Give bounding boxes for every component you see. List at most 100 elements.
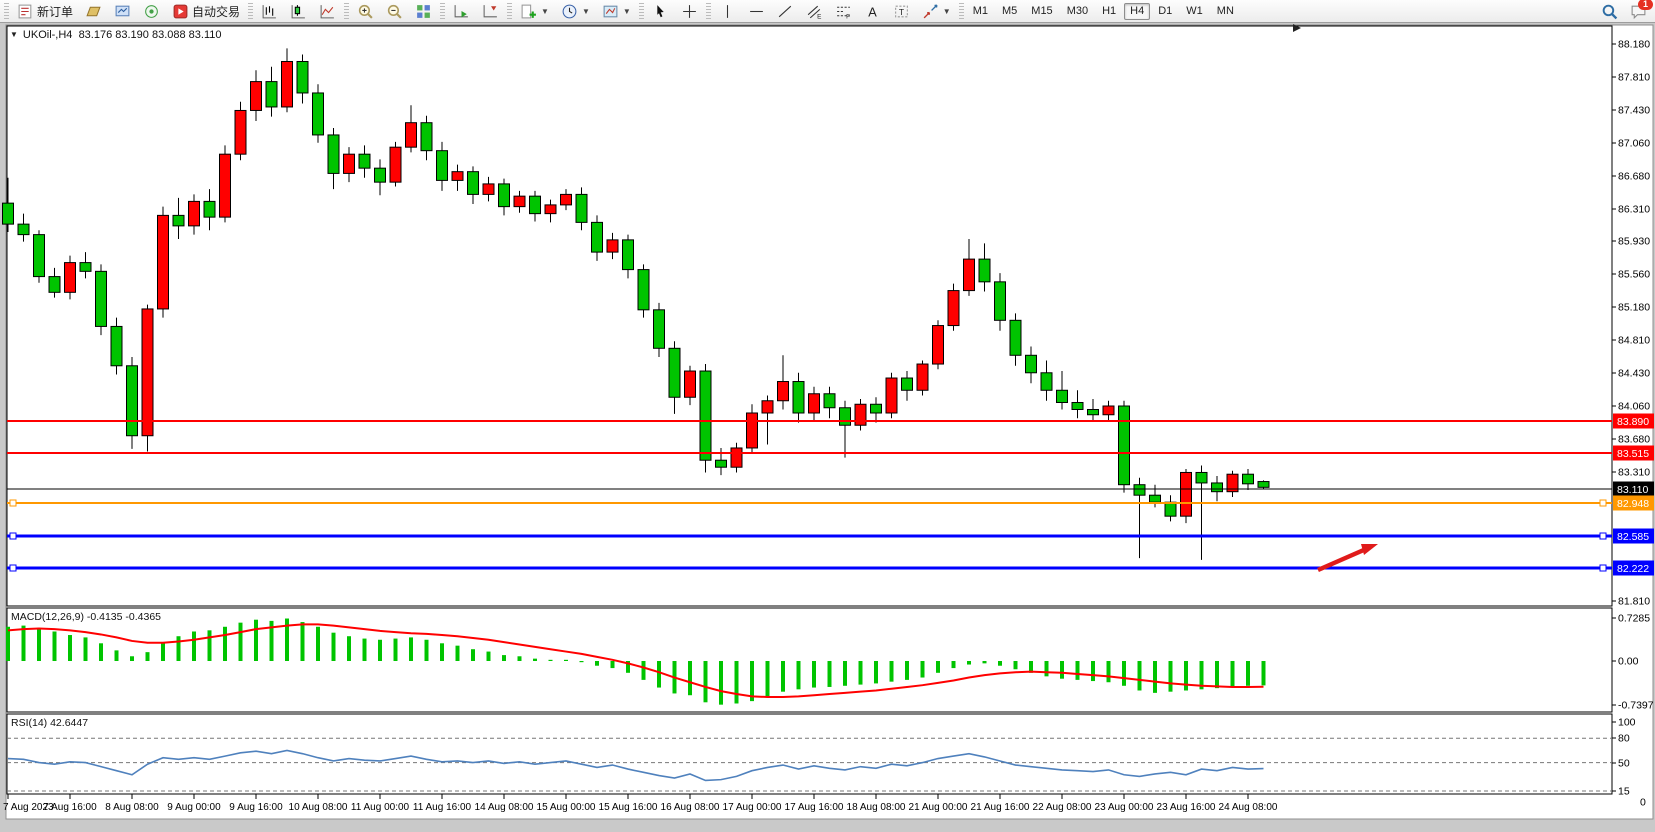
price-marker-83890: 83.890: [1613, 414, 1654, 429]
time-tick-label: 17 Aug 00:00: [723, 802, 782, 813]
time-tick-label: 16 Aug 08:00: [661, 802, 720, 813]
price-tick-label: 85.180: [1618, 302, 1650, 314]
chart-menu-icon[interactable]: ▼: [10, 30, 18, 39]
vertical-line-icon-glyph: [719, 3, 736, 20]
add-indicator-icon[interactable]: ▼: [515, 3, 554, 20]
arrows-icon[interactable]: ▼: [917, 3, 956, 20]
profiles-icon[interactable]: [109, 3, 136, 20]
time-tick-label: 7 Aug 16:00: [43, 802, 97, 813]
toolbar-group-2: [351, 3, 438, 20]
tile-windows-icon[interactable]: [410, 3, 437, 20]
profiles-icon-glyph: [114, 3, 131, 20]
price-tick-label: 88.180: [1618, 39, 1650, 51]
line-handle[interactable]: [1600, 565, 1606, 571]
alerts-icon[interactable]: [138, 3, 165, 20]
toolbar-group-5: [646, 3, 704, 20]
toolbar-group-0: 新订单 自动交易: [11, 3, 246, 20]
time-tick-label: 9 Aug 00:00: [167, 802, 221, 813]
chart-canvas: 88.18087.81087.43087.06086.68086.31085.9…: [0, 0, 1655, 832]
horizontal-line-icon-glyph: [748, 3, 765, 20]
timeframe-w1-button[interactable]: W1: [1180, 3, 1209, 20]
chart-title[interactable]: ▼UKOil-,H4 83.176 83.190 83.088 83.110: [10, 29, 222, 41]
main-price-panel: [7, 26, 1612, 606]
auto-scroll-icon[interactable]: [448, 3, 475, 20]
svg-text:82.585: 82.585: [1617, 531, 1649, 543]
price-tick-label: 87.430: [1618, 105, 1650, 117]
label-icon[interactable]: T: [888, 3, 915, 20]
price-tick-label: 87.060: [1618, 138, 1650, 150]
dropdown-caret-icon[interactable]: ▼: [943, 7, 951, 16]
timeframe-m5-button[interactable]: M5: [996, 3, 1023, 20]
line-handle[interactable]: [10, 533, 16, 539]
line-handle[interactable]: [10, 565, 16, 571]
timeframe-m30-button[interactable]: M30: [1061, 3, 1094, 20]
crosshair-icon[interactable]: [676, 3, 703, 20]
time-tick-label: 8 Aug 08:00: [105, 802, 159, 813]
price-tick-label: 85.930: [1618, 236, 1650, 248]
bar-chart-icon-glyph: [261, 3, 278, 20]
rsi-tick-label: 15: [1618, 786, 1630, 798]
cursor-icon[interactable]: [647, 3, 674, 20]
macd-tick-label: 0.00: [1618, 656, 1639, 668]
zoom-in-icon[interactable]: [352, 3, 379, 20]
svg-text:83.515: 83.515: [1617, 448, 1649, 460]
price-tick-label: 83.310: [1618, 467, 1650, 479]
timeframe-mn-button[interactable]: MN: [1211, 3, 1240, 20]
chart-symbol-period: UKOil-,H4: [23, 29, 73, 41]
line-handle[interactable]: [1600, 533, 1606, 539]
line-handle[interactable]: [1600, 500, 1606, 506]
candlestick-chart-icon[interactable]: [285, 3, 312, 20]
toolbar-grip: [440, 3, 445, 19]
line-chart-icon-glyph: [319, 3, 336, 20]
main-toolbar: 新订单 自动交易 ▼ ▼ ▼ EFAT ▼ M1M5M15M30H1H4D1W1MN 1: [0, 0, 1655, 23]
line-handle[interactable]: [10, 500, 16, 506]
chart-shift-icon-glyph: [482, 3, 499, 20]
new-order-button[interactable]: 新订单: [12, 3, 78, 20]
toolbar-grip: [248, 3, 253, 19]
time-tick-label: 11 Aug 00:00: [351, 802, 410, 813]
charts-icon[interactable]: [80, 3, 107, 20]
time-tick-label: 21 Aug 00:00: [909, 802, 968, 813]
bar-chart-icon[interactable]: [256, 3, 283, 20]
autotrading-button[interactable]: 自动交易: [167, 3, 245, 20]
alerts-icon-glyph: [143, 3, 160, 20]
add-indicator-icon-glyph: [520, 3, 537, 20]
dropdown-caret-icon[interactable]: ▼: [582, 7, 590, 16]
chart-shift-icon[interactable]: [477, 3, 504, 20]
channel-icon[interactable]: E: [801, 3, 828, 20]
timeframe-d1-button[interactable]: D1: [1152, 3, 1178, 20]
price-marker-82948: 82.948: [1613, 496, 1654, 511]
rsi-indicator-label: RSI(14) 42.6447: [11, 717, 88, 729]
search-icon[interactable]: [1596, 3, 1623, 20]
channel-icon-glyph: E: [806, 3, 823, 20]
notifications-icon-glyph: 1: [1630, 3, 1647, 20]
price-marker-82222: 82.222: [1613, 561, 1654, 576]
vertical-line-icon[interactable]: [714, 3, 741, 20]
dropdown-caret-icon[interactable]: ▼: [541, 7, 549, 16]
timeframe-m1-button[interactable]: M1: [967, 3, 994, 20]
fibonacci-icon[interactable]: F: [830, 3, 857, 20]
timeframe-m15-button[interactable]: M15: [1025, 3, 1058, 20]
arrows-icon-glyph: [922, 3, 939, 20]
period-selector-icon[interactable]: ▼: [556, 3, 595, 20]
time-tick-label: 15 Aug 16:00: [599, 802, 658, 813]
notifications-icon[interactable]: 1: [1625, 3, 1652, 20]
zoom-out-icon[interactable]: [381, 3, 408, 20]
toolbar-grip: [959, 3, 964, 19]
auto-scroll-icon-glyph: [453, 3, 470, 20]
time-tick-label: 18 Aug 08:00: [847, 802, 906, 813]
horizontal-line-icon[interactable]: [743, 3, 770, 20]
timeframe-h4-button[interactable]: H4: [1124, 3, 1150, 20]
timeframe-h1-button[interactable]: H1: [1096, 3, 1122, 20]
templates-icon[interactable]: ▼: [597, 3, 636, 20]
macd-tick-label: -0.7397: [1618, 700, 1654, 712]
toolbar-grip: [706, 3, 711, 19]
trendline-icon[interactable]: [772, 3, 799, 20]
text-icon[interactable]: A: [859, 3, 886, 20]
dropdown-caret-icon[interactable]: ▼: [623, 7, 631, 16]
autotrading-button-glyph: [172, 3, 189, 20]
price-tick-label: 85.560: [1618, 269, 1650, 281]
rsi-tick-label: 0: [1640, 797, 1646, 809]
line-chart-icon[interactable]: [314, 3, 341, 20]
rsi-panel: [7, 714, 1612, 794]
